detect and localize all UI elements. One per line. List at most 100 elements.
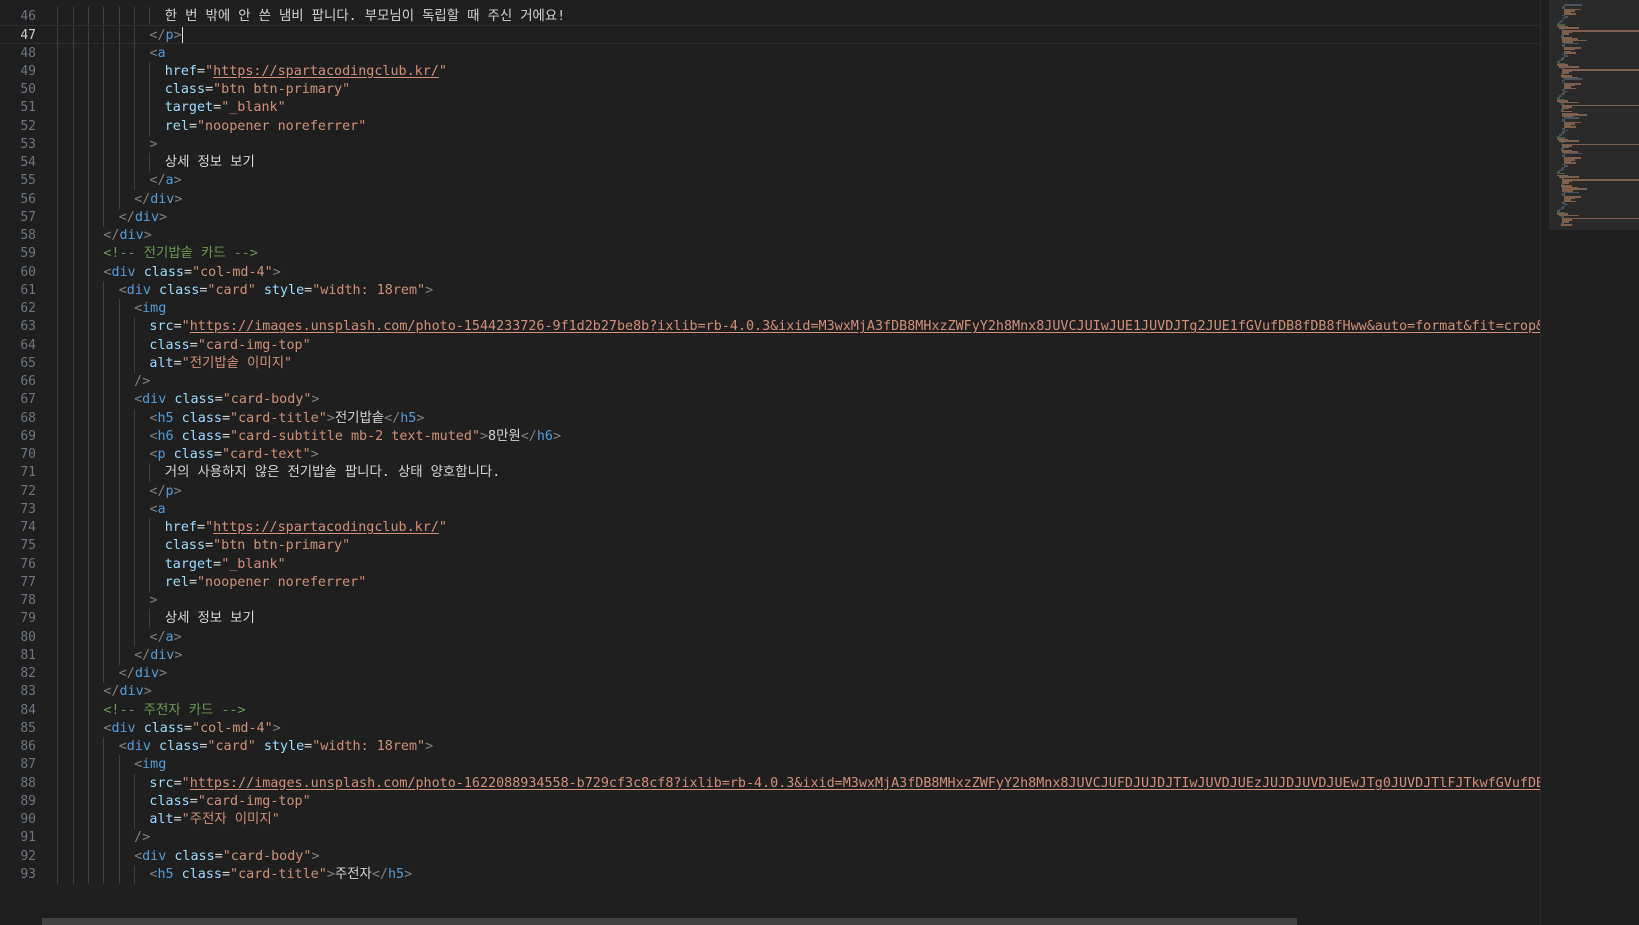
indent-guide [57, 700, 72, 720]
minimap-line [1562, 179, 1639, 181]
code-line[interactable]: 53 > [0, 134, 1540, 154]
indent-guide [118, 645, 134, 665]
code-line[interactable]: 47 </p> [0, 25, 1540, 46]
code-line[interactable]: 84 <!-- 주전자 카드 --> [0, 700, 1540, 720]
indent-guide [103, 463, 118, 483]
code-line[interactable]: 54 상세 정보 보기 [0, 153, 1540, 172]
url-link[interactable]: https://images.unsplash.com/photo-154423… [190, 319, 1540, 334]
indent-guide [118, 408, 134, 428]
code-line[interactable]: 67 <div class="card-body"> [0, 390, 1540, 410]
code-line[interactable]: 56 </div> [0, 189, 1540, 209]
indent-guide [103, 627, 118, 647]
indent-guide [118, 499, 134, 519]
indent-guide [103, 572, 118, 592]
code-line[interactable]: 73 <a [0, 499, 1540, 519]
indent-guide [72, 189, 88, 209]
attribute-value: "card-body" [222, 392, 312, 408]
line-number: 76 [20, 556, 36, 572]
code-content: 한 번 밖에 안 쓴 냄비 팝니다. 부모님이 독립할 때 주신 거에요! [42, 7, 565, 26]
line-number: 66 [20, 374, 36, 389]
code-line[interactable]: 68 <h5 class="card-title">전기밥솥</h5> [0, 408, 1540, 428]
code-content: <div class="card" style="width: 18rem"> [42, 280, 433, 300]
code-line[interactable]: 58 </div> [0, 226, 1540, 245]
indent-guide [42, 244, 57, 263]
code-line[interactable]: 57 </div> [0, 207, 1540, 227]
text-content [136, 265, 144, 280]
code-line[interactable]: 63 src="https://images.unsplash.com/photo… [0, 317, 1540, 337]
tag-name: div [119, 228, 144, 243]
indent-guide [134, 463, 149, 483]
code-line[interactable]: 89 class="card-img-top" [0, 791, 1540, 811]
code-line[interactable]: 64 class="card-img-top" [0, 335, 1540, 355]
code-line[interactable]: 49 href="https://spartacodingclub.kr/" [0, 61, 1540, 81]
indent-guide [72, 80, 88, 99]
indent-guide [57, 408, 72, 428]
indent-guide [118, 426, 134, 446]
url-link[interactable]: https://images.unsplash.com/photo-162208… [190, 776, 1540, 791]
tag-name: div [111, 264, 136, 280]
code-line[interactable]: 52 rel="noopener noreferrer" [0, 116, 1540, 136]
code-line[interactable]: 60 <div class="col-md-4"> [0, 262, 1540, 282]
code-line[interactable]: 71 거의 사용하지 않은 전기밥솥 팝니다. 상태 양호합니다. [0, 463, 1540, 483]
attribute-value: "width: 18rem" [312, 282, 426, 298]
indent-guide [72, 700, 88, 720]
equals-sign: = [214, 392, 223, 408]
horizontal-scrollbar-thumb[interactable] [42, 918, 1297, 925]
url-link[interactable]: https://spartacodingclub.kr/ [213, 520, 439, 535]
tag-bracket: </ [103, 684, 120, 700]
code-line[interactable]: 48 <a [0, 43, 1540, 63]
code-content: <div class="card-body"> [42, 390, 320, 410]
indent-guide [88, 828, 103, 848]
attribute-name: target [164, 556, 214, 572]
code-line[interactable]: 74 href="https://spartacodingclub.kr/" [0, 518, 1540, 537]
code-line[interactable]: 93 <h5 class="card-title">주전자</h5> [0, 864, 1540, 884]
code-line[interactable]: 46 한 번 밖에 안 쓴 냄비 팝니다. 부모님이 독립할 때 주신 거에요! [0, 7, 1540, 26]
code-line[interactable]: 70 <p class="card-text"> [0, 445, 1540, 464]
indent-guide [72, 773, 88, 793]
code-line[interactable]: 51 target="_blank" [0, 98, 1540, 118]
code-line[interactable]: 81 </div> [0, 645, 1540, 665]
code-content: </a> [42, 171, 182, 191]
code-line[interactable]: 83 </div> [0, 682, 1540, 702]
text-content: 상세 정보 보기 [164, 155, 255, 170]
code-line[interactable]: 79 상세 정보 보기 [0, 609, 1540, 629]
tag-bracket: > [159, 209, 168, 225]
code-line[interactable]: 61 <div class="card" style="width: 18rem"… [0, 280, 1540, 300]
horizontal-scrollbar[interactable] [42, 918, 1540, 925]
tag-bracket: > [174, 191, 183, 207]
code-line[interactable]: 87 <img [0, 755, 1540, 775]
code-line[interactable]: 86 <div class="card" style="width: 18rem"… [0, 737, 1540, 756]
code-line[interactable]: 76 target="_blank" [0, 554, 1540, 574]
url-link[interactable]: https://spartacodingclub.kr/ [213, 64, 439, 79]
attribute-value: "전기밥솥 이미지" [181, 355, 293, 371]
code-line[interactable]: 69 <h6 class="card-subtitle mb-2 text-mut… [0, 426, 1540, 446]
minimap[interactable] [1540, 0, 1639, 925]
code-line[interactable]: 85 <div class="col-md-4"> [0, 718, 1540, 738]
code-line[interactable]: 92 <div class="card-body"> [0, 846, 1540, 866]
line-number: 74 [20, 520, 36, 535]
tag-name: p [165, 28, 174, 44]
code-line[interactable]: 66 /> [0, 372, 1540, 391]
code-line[interactable]: 78 > [0, 591, 1540, 610]
code-line[interactable]: 77 rel="noopener noreferrer" [0, 572, 1540, 592]
code-line[interactable]: 59 <!-- 전기밥솥 카드 --> [0, 244, 1540, 264]
code-line[interactable]: 82 </div> [0, 664, 1540, 683]
indent-guide [72, 445, 88, 464]
code-line[interactable]: 91 /> [0, 828, 1540, 848]
code-line[interactable]: 72 </p> [0, 481, 1540, 501]
code-line[interactable]: 75 class="btn btn-primary" [0, 536, 1540, 556]
attribute-name: class [164, 538, 206, 554]
code-line[interactable]: 80 </a> [0, 627, 1540, 647]
code-line[interactable]: 50 class="btn btn-primary" [0, 80, 1540, 99]
code-line[interactable]: 65 alt="전기밥솥 이미지" [0, 353, 1540, 373]
equals-sign: = [197, 520, 206, 535]
attribute-value: "col-md-4" [192, 264, 273, 280]
code-line[interactable]: 88 src="https://images.unsplash.com/photo… [0, 773, 1540, 793]
code-editor[interactable]: 46 한 번 밖에 안 쓴 냄비 팝니다. 부모님이 독립할 때 주신 거에요! 4… [0, 0, 1540, 925]
indent-guide [42, 7, 57, 26]
indent-guide [57, 536, 72, 556]
code-line[interactable]: 55 </a> [0, 171, 1540, 191]
code-line[interactable]: 90 alt="주전자 이미지" [0, 810, 1540, 829]
indent-guide [103, 116, 118, 136]
code-line[interactable]: 62 <img [0, 299, 1540, 318]
